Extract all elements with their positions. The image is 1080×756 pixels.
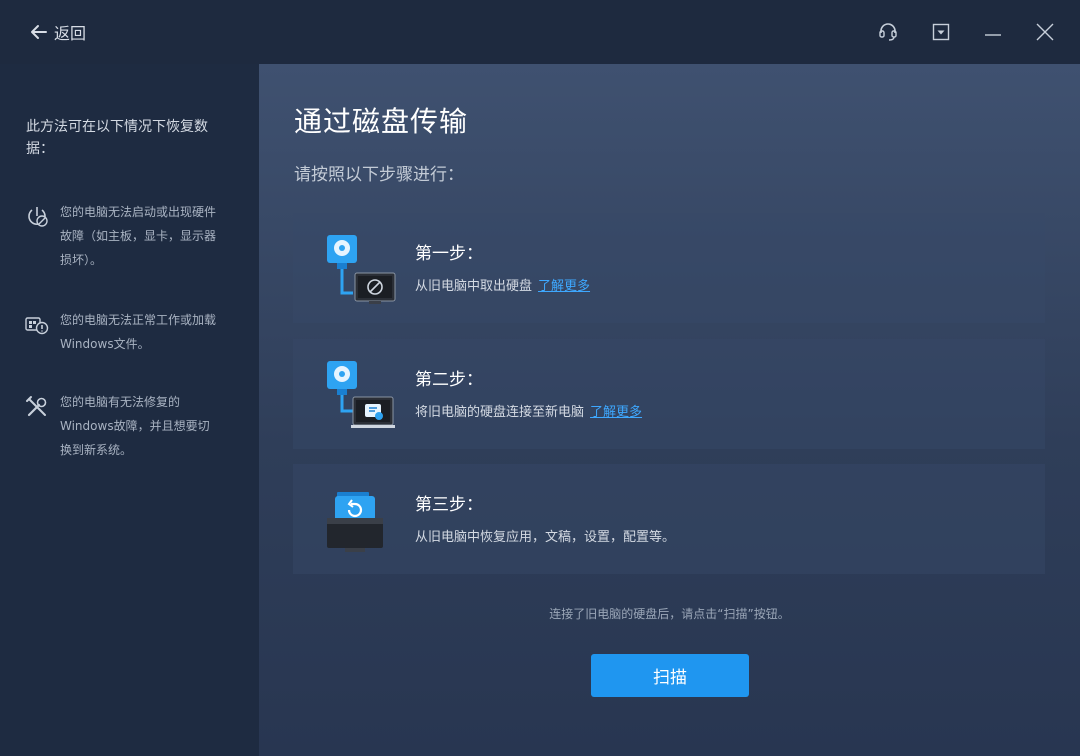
minimize-to-tray-button[interactable] [927,18,955,46]
step-card: 第二步： 将旧电脑的硬盘连接至新电脑 了解更多 [293,339,1045,449]
arrow-left-icon [31,25,47,39]
power-disabled-icon [28,207,48,227]
disk-connect-icon [327,361,395,428]
scan-hint: 连接了旧电脑的硬盘后，请点击“扫描”按钮。 [549,607,790,621]
step-card: 第三步： 从旧电脑中恢复应用，文稿，设置，配置等。 [293,464,1045,574]
step-title: 第二步： [415,370,483,390]
reason-text: 您的电脑无法启动或出现硬件故障（如主板，显卡，显示器损坏）。 [60,205,217,267]
step-title: 第三步： [415,495,483,515]
reason-item: 您的电脑无法正常工作或加载Windows文件。 [24,312,234,356]
scan-button[interactable]: 扫描 [591,654,749,697]
title-bar: 返回 [0,0,1080,64]
back-label: 返回 [54,24,87,43]
minimize-to-tray-icon [932,23,950,41]
disk-remove-icon [327,235,396,304]
learn-more-link[interactable]: 了解更多 [590,405,642,420]
reason-text: 您的电脑有无法修复的Windows故障，并且想要切换到新系统。 [60,395,210,457]
step-title: 第一步： [415,244,483,264]
reason-text: 您的电脑无法正常工作或加载Windows文件。 [60,313,217,351]
tools-icon [26,396,47,417]
close-icon [1036,23,1054,41]
step-description: 从旧电脑中取出硬盘 了解更多 [415,275,590,294]
support-button[interactable] [874,18,902,46]
step-description-text: 从旧电脑中恢复应用，文稿，设置，配置等。 [415,530,676,545]
sidebar: 此方法可在以下情况下恢复数据： 您的电脑无法启动或出现硬件故障（如主板，显卡，显… [0,64,259,756]
restore-folder-icon [327,492,383,552]
windows-error-icon [25,317,49,335]
page-title: 通过磁盘传输 [294,105,469,138]
headset-icon [879,23,897,41]
app-window: 返回 此方法可在以下情况下恢复数据： 您的电脑无法启动或出现硬件故障（如主板，显… [0,0,1080,756]
minimize-button[interactable] [979,18,1007,46]
main-panel: 通过磁盘传输 请按照以下步骤进行： 第一步： 从旧电脑中取出硬盘 了解更多 第二… [259,64,1080,756]
minimize-icon [985,34,1001,36]
reason-item: 您的电脑有无法修复的Windows故障，并且想要切换到新系统。 [24,394,234,462]
step-card: 第一步： 从旧电脑中取出硬盘 了解更多 [293,213,1045,323]
step-description-text: 将旧电脑的硬盘连接至新电脑 [415,405,585,420]
step-description: 从旧电脑中恢复应用，文稿，设置，配置等。 [415,526,675,545]
reason-item: 您的电脑无法启动或出现硬件故障（如主板，显卡，显示器损坏）。 [24,204,234,272]
step-description-text: 从旧电脑中取出硬盘 [415,279,533,294]
sidebar-heading: 此方法可在以下情况下恢复数据： [26,119,208,157]
learn-more-link[interactable]: 了解更多 [538,279,590,294]
back-button[interactable]: 返回 [30,18,86,46]
step-description: 将旧电脑的硬盘连接至新电脑 了解更多 [415,401,642,420]
close-button[interactable] [1031,18,1059,46]
page-subtitle: 请按照以下步骤进行： [294,165,464,185]
